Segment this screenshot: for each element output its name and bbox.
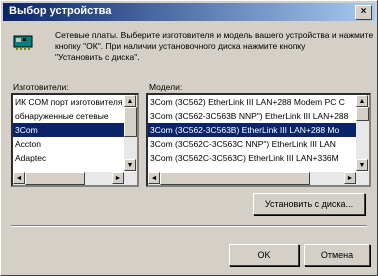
manufacturer-item[interactable]: Accton	[13, 137, 137, 151]
window-title: Выбор устройства	[9, 5, 112, 17]
manufacturer-item[interactable]: ИК COM порт изготовителя	[13, 95, 137, 109]
scroll-left-icon[interactable]: ◄	[148, 172, 160, 184]
model-item[interactable]: 3Com (3C562) EtherLink III LAN+288 Modem…	[148, 95, 369, 109]
install-from-disk-button[interactable]: Установить с диска...	[253, 193, 365, 215]
manufacturer-item-selected[interactable]: 3Com	[13, 123, 137, 137]
device-selection-dialog: Выбор устройства × Сетевые платы. Выбери…	[0, 0, 378, 276]
manufacturer-item[interactable]: обнаруженные сетевые	[13, 109, 137, 123]
manufacturers-label: Изготовители:	[13, 82, 69, 92]
manufacturer-item[interactable]: Adaptec	[13, 151, 137, 165]
info-text: Сетевые платы. Выберите изготовителя и м…	[55, 30, 374, 63]
models-horizontal-scrollbar[interactable]: ◄ ►	[148, 172, 369, 185]
scroll-down-icon[interactable]: ▼	[356, 159, 368, 171]
info-line: кнопку "ОК". При наличии установочного д…	[55, 41, 306, 51]
scroll-right-icon[interactable]: ►	[112, 172, 124, 184]
title-bar[interactable]: Выбор устройства ×	[3, 3, 375, 21]
models-vertical-scrollbar[interactable]: ▲ ▼	[356, 95, 369, 171]
scroll-left-icon[interactable]: ◄	[13, 172, 25, 184]
models-label: Модели:	[149, 82, 183, 92]
model-item[interactable]: 3Com (3C562-3C563B NNP") EtherLink III L…	[148, 109, 369, 123]
cancel-button[interactable]: Отмена	[304, 244, 370, 266]
scroll-up-icon[interactable]: ▲	[124, 95, 136, 107]
scroll-thumb[interactable]	[160, 172, 310, 185]
manufacturers-horizontal-scrollbar[interactable]: ◄ ►	[13, 172, 137, 185]
scroll-up-icon[interactable]: ▲	[356, 95, 368, 107]
network-card-icon	[13, 35, 33, 50]
scroll-right-icon[interactable]: ►	[344, 172, 356, 184]
scroll-thumb[interactable]	[356, 107, 369, 121]
scroll-down-icon[interactable]: ▼	[124, 159, 136, 171]
scroll-thumb[interactable]	[25, 172, 85, 185]
model-item-selected[interactable]: 3Com (3C562-3C563B) EtherLink III LAN+28…	[148, 123, 369, 137]
model-item[interactable]: 3Com (3C562C-3C563C NNP") EtherLink III …	[148, 137, 369, 151]
divider	[11, 225, 367, 227]
models-list[interactable]: 3Com (3C562) EtherLink III LAN+288 Modem…	[146, 93, 371, 187]
close-button[interactable]: ×	[355, 5, 372, 20]
ok-button[interactable]: OK	[229, 244, 299, 266]
manufacturers-vertical-scrollbar[interactable]: ▲ ▼	[124, 95, 137, 171]
model-item[interactable]: 3Com (3C562C-3C563C) EtherLink III LAN+3…	[148, 151, 369, 165]
info-line: "Установить с диска".	[55, 52, 140, 62]
manufacturers-list[interactable]: ИК COM порт изготовителя обнаруженные се…	[11, 93, 139, 187]
scroll-thumb[interactable]	[124, 107, 137, 137]
info-line: Сетевые платы. Выберите изготовителя и м…	[55, 30, 374, 40]
